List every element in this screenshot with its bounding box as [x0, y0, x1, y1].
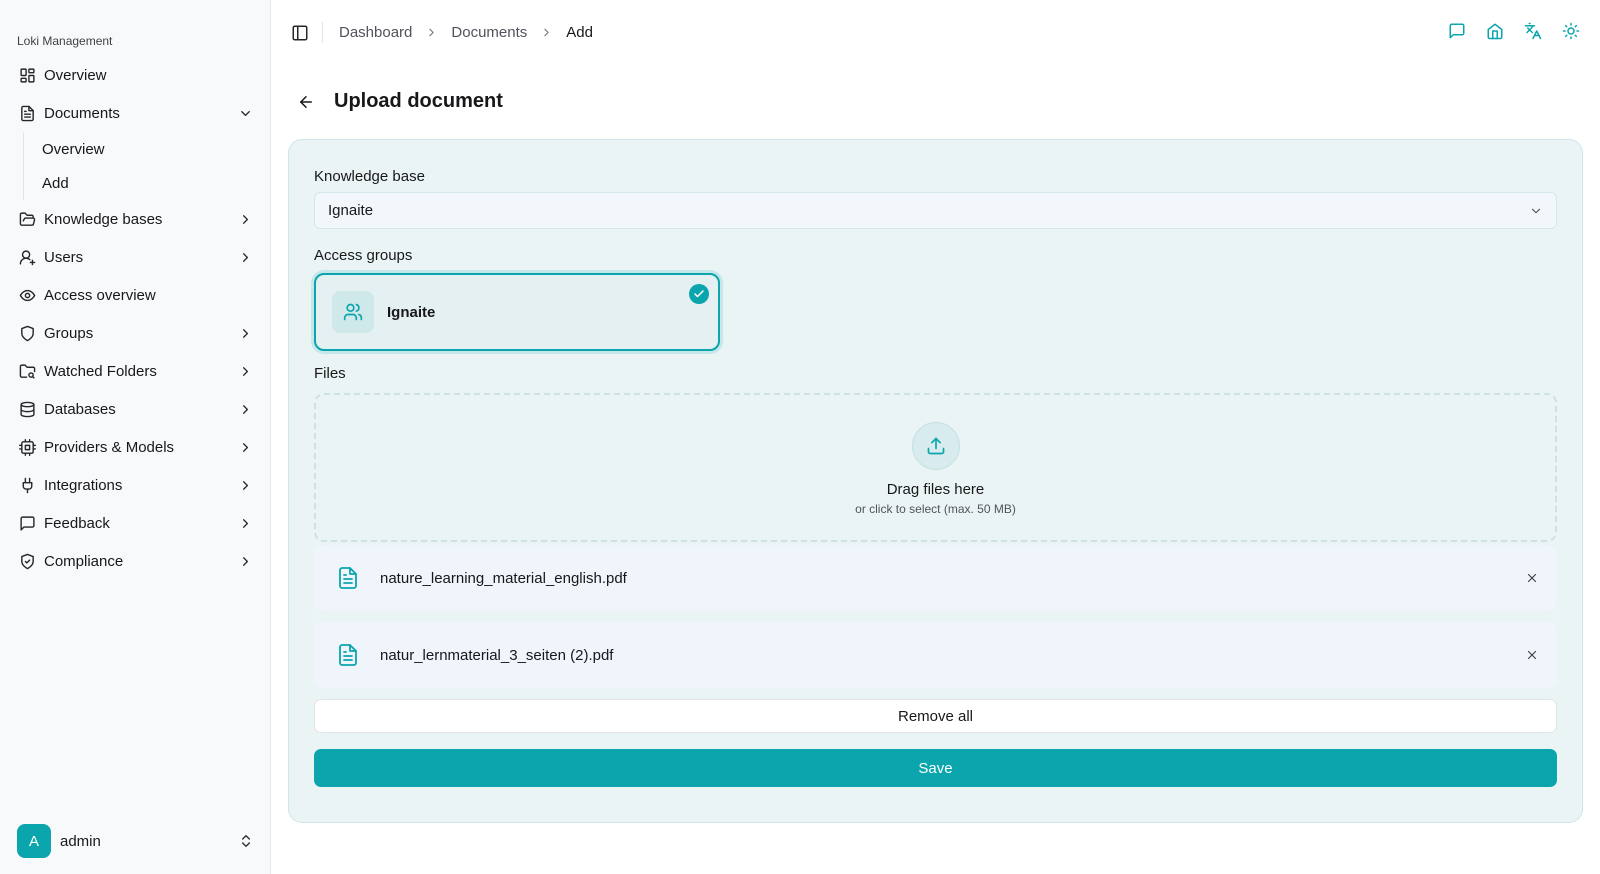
sidebar-item-label: Watched Folders [44, 362, 157, 380]
upload-icon [912, 422, 960, 470]
sidebar-item-users[interactable]: Users [8, 238, 263, 276]
sidebar-item-label: Knowledge bases [44, 210, 163, 228]
chevron-right-icon [237, 401, 253, 417]
user-menu[interactable]: A admin [17, 824, 254, 858]
database-icon [18, 400, 36, 418]
shield-icon [18, 324, 36, 342]
sidebar-item-label: Integrations [44, 476, 123, 494]
file-name: natur_lernmaterial_3_seiten (2).pdf [380, 646, 614, 664]
remove-file-icon[interactable] [1525, 571, 1539, 585]
users-icon [332, 291, 374, 333]
knowledge-base-label: Knowledge base [314, 168, 425, 185]
file-dropzone[interactable]: Drag files here or click to select (max.… [314, 393, 1557, 542]
sidebar-item-overview[interactable]: Overview [8, 56, 263, 94]
files-label: Files [314, 365, 346, 382]
sidebar-item-label: Access overview [44, 286, 156, 304]
sidebar-item-label: Users [44, 248, 84, 266]
topbar: Dashboard Documents Add [271, 0, 1600, 64]
upload-form-card: Knowledge base Ignaite Access groups Ign… [288, 139, 1583, 823]
breadcrumb: Dashboard Documents Add [339, 24, 593, 41]
sidebar-item-label: Feedback [44, 514, 110, 532]
folder-open-icon [18, 210, 36, 228]
page-title: Upload document [334, 90, 503, 112]
remove-all-button[interactable]: Remove all [314, 699, 1557, 733]
chevron-right-icon [237, 211, 253, 227]
access-group-name: Ignaite [387, 303, 436, 321]
breadcrumb-documents[interactable]: Documents [451, 24, 527, 41]
sidebar-item-label: Compliance [44, 552, 124, 570]
home-icon[interactable] [1486, 22, 1504, 40]
eye-icon [18, 286, 36, 304]
documents-subnav: Overview Add [23, 132, 263, 200]
back-arrow-icon[interactable] [297, 93, 315, 111]
main-content: Dashboard Documents Add Upload document … [271, 0, 1600, 874]
remove-file-icon[interactable] [1525, 648, 1539, 662]
shield-check-icon [18, 552, 36, 570]
file-item: nature_learning_material_english.pdf [314, 545, 1557, 611]
sidebar-item-label: Documents [44, 104, 120, 122]
knowledge-base-select[interactable]: Ignaite [314, 192, 1557, 229]
knowledge-base-value: Ignaite [328, 202, 374, 219]
file-name: nature_learning_material_english.pdf [380, 569, 627, 587]
sidebar-item-feedback[interactable]: Feedback [8, 504, 263, 542]
dropzone-title: Drag files here [886, 481, 985, 498]
chevrons-up-down-icon [238, 833, 254, 849]
chevron-right-icon [237, 553, 253, 569]
chevron-right-icon [237, 439, 253, 455]
divider [322, 22, 323, 43]
sidebar-item-providers-models[interactable]: Providers & Models [8, 428, 263, 466]
user-plus-icon [18, 248, 36, 266]
sidebar-item-watched-folders[interactable]: Watched Folders [8, 352, 263, 390]
chevron-right-icon [237, 249, 253, 265]
grid-icon [18, 66, 36, 84]
sidebar-item-groups[interactable]: Groups [8, 314, 263, 352]
plug-icon [18, 476, 36, 494]
breadcrumb-dashboard[interactable]: Dashboard [339, 24, 412, 41]
sidebar-item-label: Groups [44, 324, 94, 342]
file-text-icon [336, 643, 360, 667]
panel-toggle-icon[interactable] [291, 24, 309, 42]
chevron-right-icon [425, 26, 438, 39]
save-button[interactable]: Save [314, 749, 1557, 787]
check-icon [689, 284, 709, 304]
user-name: admin [60, 832, 101, 850]
sidebar-subitem-documents-overview[interactable]: Overview [33, 132, 263, 166]
sidebar-title: Loki Management [17, 34, 113, 48]
sun-icon[interactable] [1562, 22, 1580, 40]
chevron-right-icon [237, 363, 253, 379]
sidebar-item-label: Databases [44, 400, 116, 418]
folder-search-icon [18, 362, 36, 380]
avatar: A [17, 824, 51, 858]
chevron-down-icon [237, 105, 253, 121]
sidebar-item-integrations[interactable]: Integrations [8, 466, 263, 504]
sidebar-item-documents[interactable]: Documents [8, 94, 263, 132]
file-text-icon [336, 566, 360, 590]
sidebar-item-label: Providers & Models [44, 438, 175, 456]
sidebar-item-label: Overview [44, 66, 107, 84]
sidebar-item-databases[interactable]: Databases [8, 390, 263, 428]
document-icon [18, 104, 36, 122]
cpu-icon [18, 438, 36, 456]
chevron-right-icon [237, 325, 253, 341]
chevron-down-icon [1529, 204, 1543, 218]
sidebar: Loki Management Overview Documents Overv… [0, 0, 271, 874]
message-icon [18, 514, 36, 532]
chevron-right-icon [237, 515, 253, 531]
chevron-right-icon [237, 477, 253, 493]
chat-icon[interactable] [1448, 22, 1466, 40]
top-actions [1448, 22, 1580, 40]
sidebar-subitem-documents-add[interactable]: Add [33, 166, 263, 200]
file-item: natur_lernmaterial_3_seiten (2).pdf [314, 622, 1557, 688]
sidebar-item-compliance[interactable]: Compliance [8, 542, 263, 580]
dropzone-subtitle: or click to select (max. 50 MB) [855, 502, 1016, 516]
chevron-right-icon [540, 26, 553, 39]
translate-icon[interactable] [1524, 22, 1542, 40]
sidebar-nav: Overview Documents Overview Add Knowledg… [8, 56, 263, 580]
breadcrumb-add: Add [566, 24, 593, 41]
sidebar-item-knowledge-bases[interactable]: Knowledge bases [8, 200, 263, 238]
access-group-card[interactable]: Ignaite [314, 273, 720, 351]
access-groups-label: Access groups [314, 247, 413, 264]
app: Loki Management Overview Documents Overv… [0, 0, 1600, 874]
sidebar-item-access-overview[interactable]: Access overview [8, 276, 263, 314]
